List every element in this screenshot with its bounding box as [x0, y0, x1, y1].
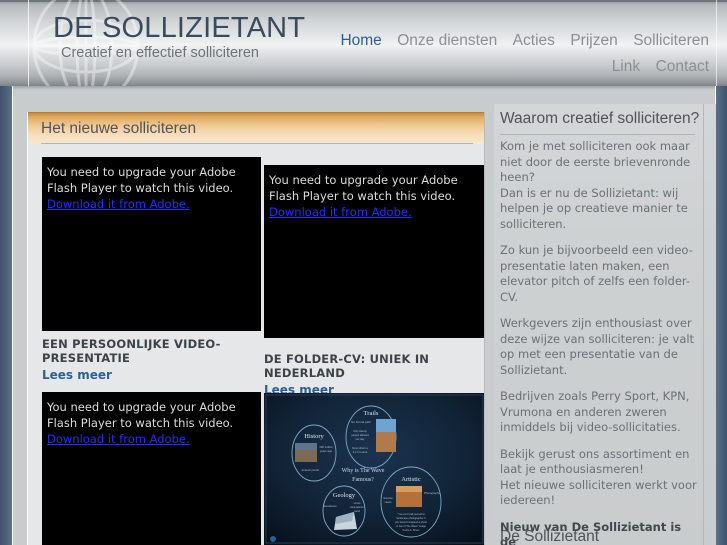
caption-title-line1: DE FOLDER-CV: UNIEK IN NEDERLAND [264, 352, 430, 380]
body-top-shadow [13, 86, 715, 90]
site-header: DE SOLLIZIETANT Creatief en effectief so… [0, 0, 727, 86]
flash-upgrade-message: You need to upgrade your Adobe Flash Pla… [42, 157, 261, 212]
svg-text:views: views [385, 500, 393, 504]
flash-message-line2: Flash Player to watch this video. [47, 416, 234, 430]
sidebar-footer-title: De Sollizietant [500, 528, 600, 545]
main-content-panel: Het nieuwe solliciteren You need to upgr… [27, 112, 485, 545]
adobe-download-link[interactable]: Download it from Adobe. [47, 431, 190, 447]
flash-message-line1: You need to upgrade your Adobe [47, 165, 236, 179]
header-divider-left [28, 0, 29, 86]
sidebar-title-underline [500, 134, 695, 135]
svg-text:you haven't snapped a photo: you haven't snapped a photo [395, 521, 428, 524]
flash-upgrade-message: You need to upgrade your Adobe Flash Pla… [264, 165, 484, 220]
flash-message-line2: Flash Player to watch this video. [47, 181, 234, 195]
svg-text:Only twenty: Only twenty [353, 429, 367, 433]
page-title: Het nieuwe solliciteren [41, 120, 197, 137]
adobe-download-link[interactable]: Download it from Adobe. [269, 204, 412, 220]
sidebar-paragraph-4: Bedrijven zoals Perry Sport, KPN, Vrumon… [500, 389, 690, 434]
page-edge-left-highlight [12, 86, 13, 545]
main-panel-title-bar: Het nieuwe solliciteren [28, 112, 484, 144]
sidebar-paragraph-1: Kom je met solliciteren ook maar niet do… [500, 139, 691, 231]
svg-text:Why is The Wave: Why is The Wave [342, 468, 385, 474]
brand-title: DE SOLLIZIETANT [53, 12, 306, 44]
sidebar-paragraph-5: Bekijk gerust ons assortiment en laat je… [500, 446, 697, 508]
caption-folder-cv: DE FOLDER-CV: UNIEK IN NEDERLAND Lees me… [264, 352, 484, 398]
nav-item-home[interactable]: Home [340, 28, 381, 54]
svg-text:History: History [304, 433, 324, 440]
nav-item-onze-diensten[interactable]: Onze diensten [397, 28, 497, 54]
adobe-download-link[interactable]: Download it from Adobe. [47, 196, 190, 212]
flash-message-line1: You need to upgrade your Adobe [269, 173, 458, 187]
flash-upgrade-message: You need to upgrade your Adobe Flash Pla… [42, 392, 261, 447]
flash-message-line2: Flash Player to watch this video. [269, 189, 456, 203]
video-player-folder-cv[interactable]: You need to upgrade your Adobe Flash Pla… [264, 165, 484, 338]
svg-text:Sandstone: Sandstone [323, 504, 337, 508]
nav-item-prijzen[interactable]: Prijzen [570, 28, 617, 54]
svg-text:Cross: Cross [354, 501, 361, 505]
svg-text:Trails: Trails [364, 410, 379, 417]
caption-title: EEN PERSOONLIJKE VIDEO- PRESENTATIE [42, 337, 257, 365]
caption-title-line1: EEN PERSOONLIJKE VIDEO- [42, 337, 221, 351]
prezi-presentation-thumbnail[interactable]: Trails No formal path Only twenty people… [264, 393, 484, 545]
svg-text:people allowed: people allowed [351, 433, 369, 437]
brand-tagline: Creatief en effectief solliciteren [61, 45, 260, 61]
svg-text:Famous?: Famous? [352, 477, 374, 483]
svg-text:per day: per day [356, 437, 365, 441]
page-root: DE SOLLIZIETANT Creatief en effectief so… [0, 0, 727, 545]
main-navigation: Home Onze diensten Acties Prijzen Sollic… [309, 28, 709, 80]
nav-item-contact[interactable]: Contact [656, 54, 709, 80]
svg-text:laminations: laminations [350, 505, 364, 509]
svg-text:or two of The Wave" Image: or two of The Wave" Image [396, 525, 427, 528]
nav-item-link[interactable]: Link [612, 54, 640, 80]
brand-logo[interactable]: DE SOLLIZIETANT Creatief en effectief so… [53, 12, 305, 61]
video-player-personal-presentation[interactable]: You need to upgrade your Adobe Flash Pla… [42, 157, 261, 331]
svg-text:"You can't call yourself a: "You can't call yourself a [398, 513, 426, 516]
page-edge-left [0, 86, 12, 545]
header-divider-right [716, 0, 717, 86]
svg-text:No formal path: No formal path [351, 420, 371, 424]
sidebar-content: Kom je met solliciteren ook maar niet do… [500, 139, 700, 545]
svg-text:years ago: years ago [320, 449, 333, 453]
sidebar-panel: Waarom creatief solliciteren? Kom je met… [494, 104, 716, 545]
svg-text:sand: sand [354, 509, 360, 513]
sidebar-paragraph-2: Zo kun je bijvoorbeeld een video-present… [500, 243, 693, 304]
svg-text:Geology: Geology [333, 492, 356, 499]
video-player-third[interactable]: You need to upgrade your Adobe Flash Pla… [42, 392, 261, 545]
sidebar-right-edge [703, 104, 704, 545]
svg-text:landscape photographer if: landscape photographer if [397, 517, 426, 520]
nav-item-acties[interactable]: Acties [513, 28, 555, 54]
svg-text:Kurtis A. Times: Kurtis A. Times [403, 529, 420, 532]
sidebar-paragraph-3: Werkgevers zijn enthousiast over deze wi… [500, 316, 695, 377]
caption-title-line2: PRESENTATIE [42, 351, 131, 365]
caption-personal-presentation: EEN PERSOONLIJKE VIDEO- PRESENTATIE Lees… [42, 337, 257, 383]
sidebar-title: Waarom creatief solliciteren? [500, 110, 700, 127]
main-title-underline [41, 143, 473, 144]
svg-text:3-4 h to area: 3-4 h to area [353, 450, 368, 454]
page-edge-right [716, 86, 727, 545]
svg-text:Jurassic period: Jurassic period [301, 468, 319, 472]
flash-message-line1: You need to upgrade your Adobe [47, 400, 236, 414]
svg-text:Artistic: Artistic [401, 476, 421, 483]
lees-meer-link-personal-presentation[interactable]: Lees meer [42, 367, 257, 383]
nav-item-solliciteren[interactable]: Solliciteren [633, 28, 709, 54]
caption-title: DE FOLDER-CV: UNIEK IN NEDERLAND [264, 352, 484, 380]
svg-text:Photography: Photography [424, 491, 440, 495]
svg-text:Most others a: Most others a [352, 446, 368, 450]
